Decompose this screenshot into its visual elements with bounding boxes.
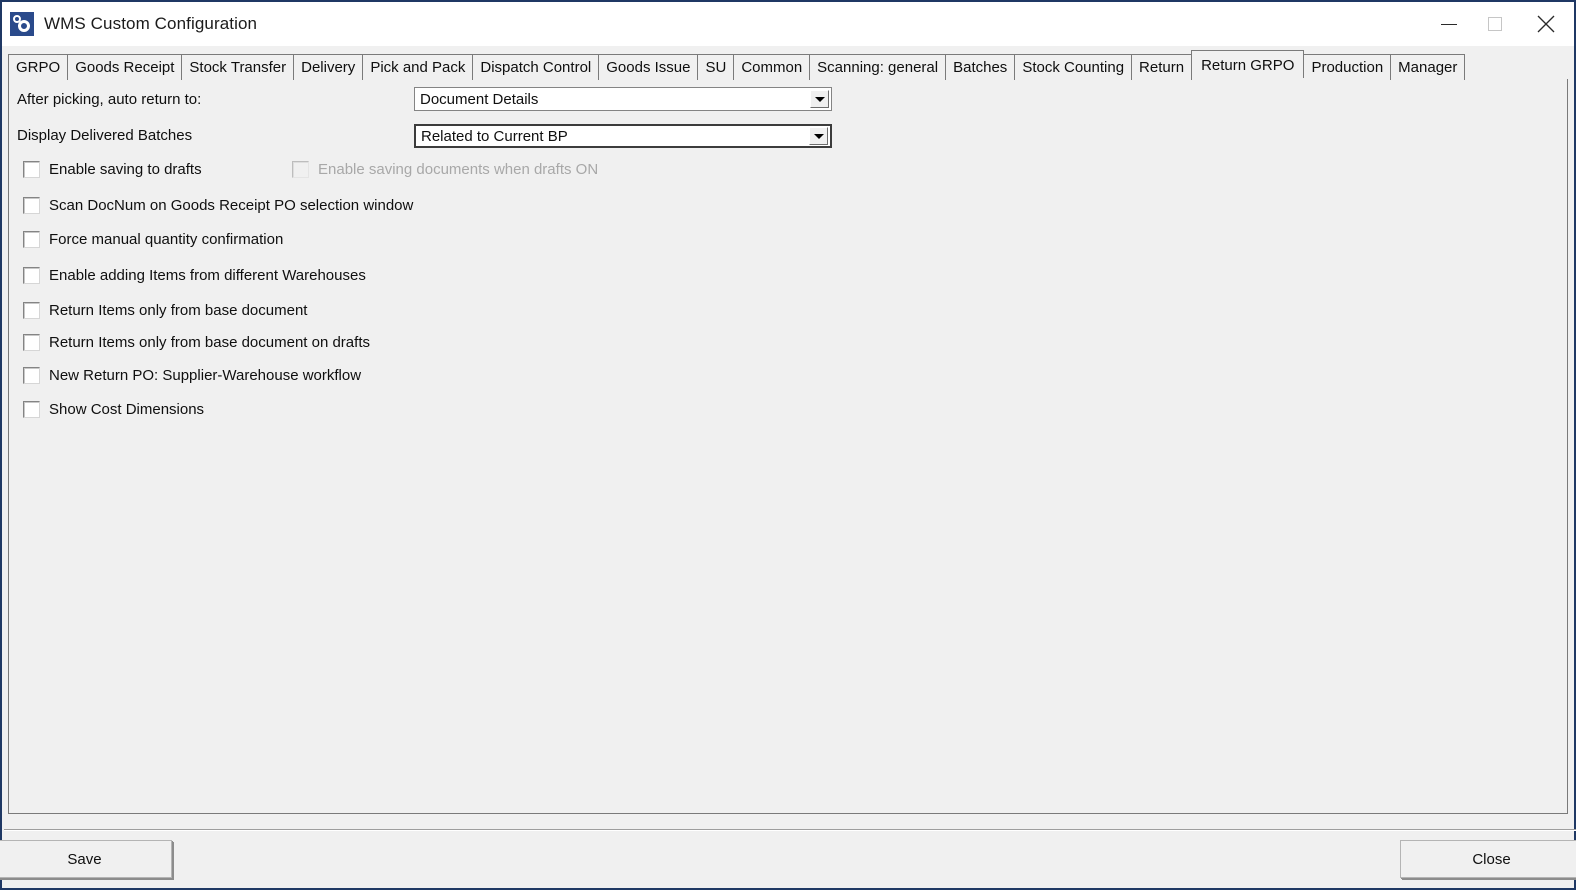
gears-icon: [10, 12, 34, 36]
selected-tab-merge: [1194, 78, 1305, 81]
checkbox-row-1: Enable saving documents when drafts ON: [292, 161, 598, 178]
combo-delivered-batches-value: Related to Current BP: [416, 128, 809, 145]
tab-common[interactable]: Common: [733, 54, 810, 80]
tab-label: Goods Issue: [606, 59, 690, 76]
checkbox-label: New Return PO: Supplier-Warehouse workfl…: [49, 367, 361, 384]
checkbox-input[interactable]: [23, 197, 40, 214]
checkbox-label: Enable saving to drafts: [49, 161, 202, 178]
checkbox-input[interactable]: [23, 267, 40, 284]
checkbox-row-3[interactable]: Force manual quantity confirmation: [23, 231, 283, 248]
checkbox-label: Enable saving documents when drafts ON: [318, 161, 598, 178]
tab-goods-receipt[interactable]: Goods Receipt: [67, 54, 182, 80]
tab-strip-filler: [1463, 54, 1568, 80]
tab-label: Dispatch Control: [480, 59, 591, 76]
tab-stock-counting[interactable]: Stock Counting: [1014, 54, 1132, 80]
combo-after-picking-value: Document Details: [415, 91, 810, 108]
checkbox-input[interactable]: [23, 231, 40, 248]
tab-goods-issue[interactable]: Goods Issue: [598, 54, 698, 80]
checkbox-label: Return Items only from base document on …: [49, 334, 370, 351]
tab-label: Scanning: general: [817, 59, 938, 76]
checkbox-row-8[interactable]: Show Cost Dimensions: [23, 401, 204, 418]
checkbox-label: Force manual quantity confirmation: [49, 231, 283, 248]
checkbox-input[interactable]: [23, 302, 40, 319]
footer-separator: [4, 829, 1576, 831]
window-title: WMS Custom Configuration: [44, 14, 257, 34]
checkbox-row-6[interactable]: Return Items only from base document on …: [23, 334, 370, 351]
tab-label: GRPO: [16, 59, 60, 76]
tab-label: Goods Receipt: [75, 59, 174, 76]
close-button[interactable]: Close: [1400, 840, 1576, 878]
tab-stock-transfer[interactable]: Stock Transfer: [181, 54, 294, 80]
tab-label: Delivery: [301, 59, 355, 76]
save-button[interactable]: Save: [0, 840, 172, 878]
checkbox-label: Scan DocNum on Goods Receipt PO selectio…: [49, 197, 413, 214]
checkbox-row-5[interactable]: Return Items only from base document: [23, 302, 307, 319]
title-bar: WMS Custom Configuration: [2, 2, 1574, 46]
close-button-label: Close: [1472, 851, 1510, 868]
checkbox-label: Show Cost Dimensions: [49, 401, 204, 418]
checkbox-input[interactable]: [23, 334, 40, 351]
tab-label: SU: [705, 59, 726, 76]
tab-label: Return GRPO: [1201, 57, 1294, 74]
tab-label: Return: [1139, 59, 1184, 76]
application-window: WMS Custom Configuration GRPO Goods Recei…: [0, 0, 1576, 890]
close-icon[interactable]: [1518, 2, 1574, 46]
combo-after-picking-auto-return[interactable]: Document Details: [414, 87, 832, 111]
tab-delivery[interactable]: Delivery: [293, 54, 363, 80]
tab-scanning-general[interactable]: Scanning: general: [809, 54, 946, 80]
combo-display-delivered-batches[interactable]: Related to Current BP: [414, 124, 832, 148]
tab-su[interactable]: SU: [697, 54, 734, 80]
label-after-picking-auto-return: After picking, auto return to:: [17, 91, 201, 108]
checkbox-label: Return Items only from base document: [49, 302, 307, 319]
save-button-label: Save: [67, 851, 101, 868]
checkbox-input[interactable]: [23, 161, 40, 178]
checkbox-row-2[interactable]: Scan DocNum on Goods Receipt PO selectio…: [23, 197, 413, 214]
tab-label: Manager: [1398, 59, 1457, 76]
tab-dispatch-control[interactable]: Dispatch Control: [472, 54, 599, 80]
tab-label: Stock Transfer: [189, 59, 286, 76]
tab-return[interactable]: Return: [1131, 54, 1192, 80]
tab-manager[interactable]: Manager: [1390, 54, 1465, 80]
tab-strip: GRPO Goods Receipt Stock Transfer Delivery P…: [8, 50, 1568, 80]
tab-return-grpo[interactable]: Return GRPO: [1191, 50, 1304, 80]
checkbox-label: Enable adding Items from different Wareh…: [49, 267, 366, 284]
tab-batches[interactable]: Batches: [945, 54, 1015, 80]
tab-pick-and-pack[interactable]: Pick and Pack: [362, 54, 473, 80]
label-display-delivered-batches: Display Delivered Batches: [17, 127, 192, 144]
tab-production[interactable]: Production: [1303, 54, 1391, 80]
tab-label: Batches: [953, 59, 1007, 76]
tab-label: Common: [741, 59, 802, 76]
maximize-icon[interactable]: [1472, 2, 1518, 46]
tab-label: Pick and Pack: [370, 59, 465, 76]
checkbox-input: [292, 161, 309, 178]
checkbox-input[interactable]: [23, 401, 40, 418]
minimize-icon[interactable]: [1426, 2, 1472, 46]
tab-label: Production: [1311, 59, 1383, 76]
checkbox-row-4[interactable]: Enable adding Items from different Wareh…: [23, 267, 366, 284]
tab-label: Stock Counting: [1022, 59, 1124, 76]
tab-panel-return-grpo: After picking, auto return to: Display D…: [8, 79, 1568, 814]
checkbox-row-7[interactable]: New Return PO: Supplier-Warehouse workfl…: [23, 367, 361, 384]
window-controls: [1426, 2, 1574, 46]
chevron-down-icon[interactable]: [810, 90, 829, 108]
tab-grpo[interactable]: GRPO: [8, 54, 68, 80]
checkbox-input[interactable]: [23, 367, 40, 384]
chevron-down-icon[interactable]: [809, 127, 828, 145]
checkbox-row-0[interactable]: Enable saving to drafts: [23, 161, 202, 178]
